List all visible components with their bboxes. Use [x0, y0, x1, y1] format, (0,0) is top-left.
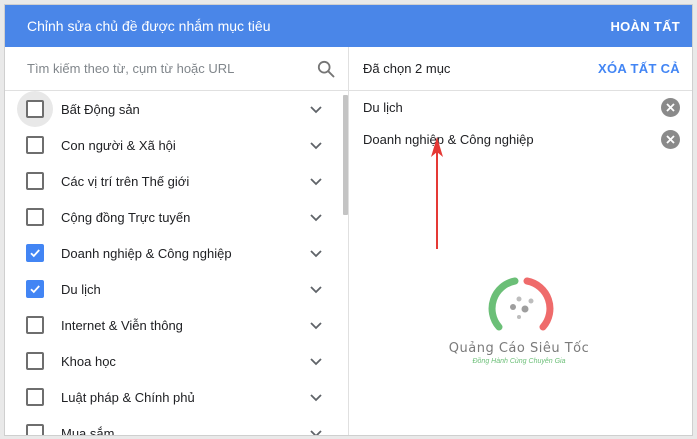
category-label: Doanh nghiệp & Công nghiệp	[61, 245, 232, 261]
category-item[interactable]: Các vị trí trên Thế giới	[5, 163, 348, 199]
selected-header: Đã chọn 2 mục XÓA TẤT CẢ	[349, 47, 692, 91]
category-list: Bất Động sản Con người & Xã hội Các vị t…	[5, 91, 348, 435]
category-label: Du lịch	[61, 281, 101, 297]
selected-panel: Đã chọn 2 mục XÓA TẤT CẢ Du lịch Doanh n…	[349, 47, 692, 435]
list-scrollbar[interactable]	[343, 95, 348, 215]
search-input[interactable]	[27, 61, 316, 76]
remove-icon[interactable]	[661, 129, 680, 149]
chevron-down-icon[interactable]	[307, 388, 325, 406]
clear-all-button[interactable]: XÓA TẤT CẢ	[598, 61, 680, 76]
checkbox[interactable]	[17, 235, 53, 271]
chevron-down-icon[interactable]	[307, 280, 325, 298]
annotation-arrow	[431, 137, 443, 249]
dialog-title: Chỉnh sửa chủ đề được nhắm mục tiêu	[27, 18, 271, 34]
category-label: Cộng đồng Trực tuyến	[61, 209, 191, 225]
chevron-down-icon[interactable]	[307, 136, 325, 154]
dialog-body: Bất Động sản Con người & Xã hội Các vị t…	[5, 47, 692, 435]
category-item[interactable]: Doanh nghiệp & Công nghiệp	[5, 235, 348, 271]
category-label: Các vị trí trên Thế giới	[61, 173, 190, 189]
category-label: Luật pháp & Chính phủ	[61, 389, 195, 405]
selected-count: Đã chọn 2 mục	[363, 61, 451, 76]
category-label: Mua sắm	[61, 425, 115, 436]
done-button[interactable]: HOÀN TẤT	[610, 19, 680, 34]
search-bar	[5, 47, 348, 91]
checkbox[interactable]	[17, 379, 53, 415]
dialog-header: Chỉnh sửa chủ đề được nhắm mục tiêu HOÀN…	[5, 5, 692, 47]
category-label: Khoa học	[61, 353, 116, 369]
category-item[interactable]: Bất Động sản	[5, 91, 348, 127]
selected-item: Du lịch	[363, 95, 680, 119]
checkbox[interactable]	[17, 91, 53, 127]
category-item[interactable]: Internet & Viễn thông	[5, 307, 348, 343]
chevron-down-icon[interactable]	[307, 100, 325, 118]
edit-topics-dialog: Chỉnh sửa chủ đề được nhắm mục tiêu HOÀN…	[4, 4, 693, 436]
category-label: Bất Động sản	[61, 101, 140, 117]
chevron-down-icon[interactable]	[307, 172, 325, 190]
checkbox[interactable]	[17, 163, 53, 199]
selected-item: Doanh nghiệp & Công nghiệp	[363, 127, 680, 151]
category-item[interactable]: Luật pháp & Chính phủ	[5, 379, 348, 415]
category-item[interactable]: Du lịch	[5, 271, 348, 307]
checkbox[interactable]	[17, 415, 53, 435]
chevron-down-icon[interactable]	[307, 244, 325, 262]
watermark-brand: Quảng Cáo Siêu Tốc	[448, 341, 590, 356]
category-item[interactable]: Mua sắm	[5, 415, 348, 435]
checkbox[interactable]	[17, 271, 53, 307]
category-label: Internet & Viễn thông	[61, 317, 183, 333]
category-item[interactable]: Cộng đồng Trực tuyến	[5, 199, 348, 235]
selected-item-label: Du lịch	[363, 99, 403, 115]
remove-icon[interactable]	[661, 97, 680, 117]
chevron-down-icon[interactable]	[307, 352, 325, 370]
chevron-down-icon[interactable]	[307, 316, 325, 334]
selected-item-label: Doanh nghiệp & Công nghiệp	[363, 131, 534, 147]
search-icon[interactable]	[316, 59, 336, 79]
watermark-tagline: Đồng Hành Cùng Chuyên Gia	[472, 358, 566, 365]
chevron-down-icon[interactable]	[307, 424, 325, 435]
category-panel: Bất Động sản Con người & Xã hội Các vị t…	[5, 47, 349, 435]
checkbox[interactable]	[17, 199, 53, 235]
checkbox[interactable]	[17, 343, 53, 379]
checkbox[interactable]	[17, 307, 53, 343]
checkbox[interactable]	[17, 127, 53, 163]
category-item[interactable]: Khoa học	[5, 343, 348, 379]
chevron-down-icon[interactable]	[307, 208, 325, 226]
category-item[interactable]: Con người & Xã hội	[5, 127, 348, 163]
category-label: Con người & Xã hội	[61, 137, 176, 153]
